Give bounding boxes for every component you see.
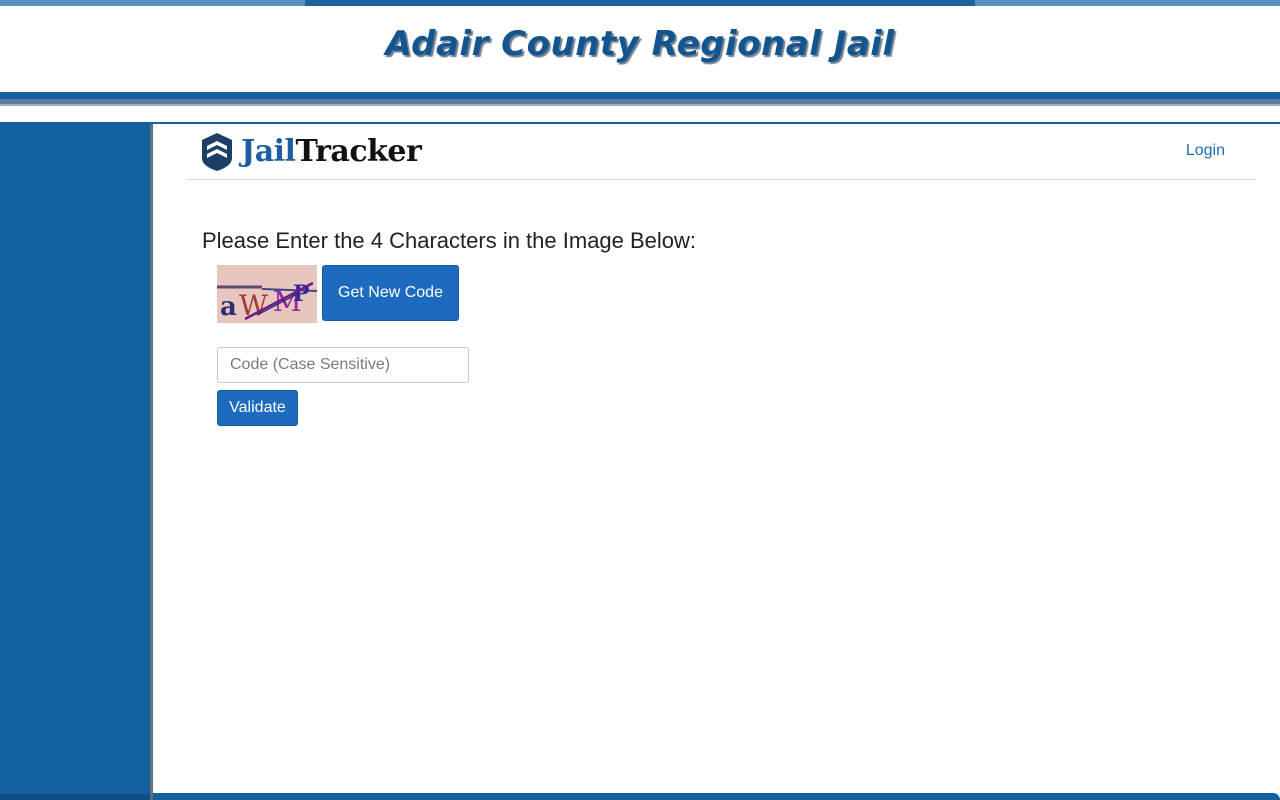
brand-tracker: Tracker [295,134,422,169]
brand-jail: Jail [241,134,296,169]
captcha-graphic: a W M P [217,265,318,323]
main-content: JailTracker Login Please Enter the 4 Cha… [153,124,1280,800]
captcha-image: a W M P [217,265,318,323]
svg-text:a: a [220,292,237,322]
header-banner: Adair County Regional Jail [0,0,1280,124]
validate-button[interactable]: Validate [217,390,298,426]
banner-top-line [0,0,1280,6]
captcha-prompt: Please Enter the 4 Characters in the Ima… [202,228,697,253]
footer-strip [153,793,1280,800]
banner-divider [0,92,1280,99]
captcha-code-input[interactable] [217,347,469,383]
jailtracker-shield-icon [202,133,232,171]
svg-text:W: W [239,289,268,322]
jailtracker-logo[interactable]: JailTracker [201,131,422,173]
left-sidebar [0,124,153,800]
login-link[interactable]: Login [1186,142,1225,160]
get-new-code-button[interactable]: Get New Code [322,265,459,321]
site-title: Adair County Regional Jail [385,24,895,64]
brand-name: JailTracker [241,134,422,169]
top-navbar: JailTracker Login [187,124,1256,180]
